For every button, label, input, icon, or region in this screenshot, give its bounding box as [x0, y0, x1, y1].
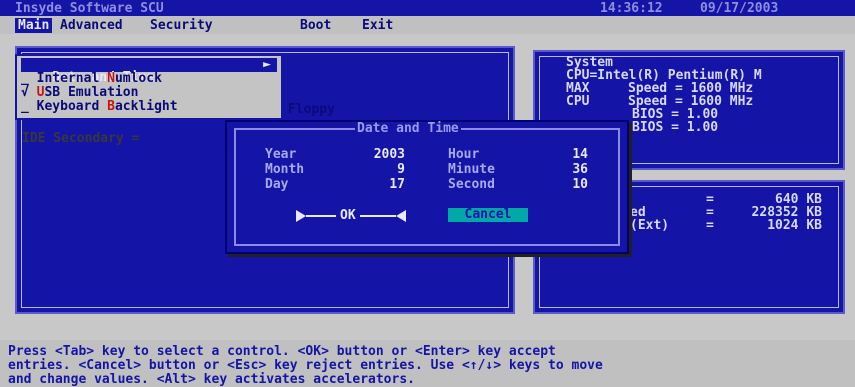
hour-label: Hour — [448, 147, 480, 162]
dialog-title: Date and Time — [355, 121, 461, 136]
ok-button-label: OK — [336, 209, 360, 222]
menu-boot[interactable]: Boot — [300, 19, 331, 32]
check-icon: √ — [21, 85, 37, 100]
minute-field[interactable]: 36 — [548, 163, 588, 176]
help-line: and change values. <Alt> key activates a… — [8, 372, 415, 387]
help-line: Press <Tab> key to select a control. <OK… — [8, 344, 556, 359]
hour-field[interactable]: 14 — [548, 148, 588, 161]
day-label: Day — [265, 177, 289, 192]
menu-item-keyboard-backlight[interactable]: _ Keyboard Backlight — [21, 100, 178, 114]
clock-date: 09/17/2003 — [700, 1, 779, 16]
main-dropdown-menu: Date and Time ► _ Internal Numlock √ USB… — [15, 54, 283, 120]
ok-button[interactable]: OK — [296, 208, 406, 223]
minute-label: Minute — [448, 162, 495, 177]
month-field[interactable]: 9 — [365, 163, 405, 176]
menu-exit[interactable]: Exit — [362, 19, 393, 32]
cancel-button[interactable]: Cancel — [448, 208, 528, 222]
title-bar: Insyde Software SCU 14:36:12 09/17/2003 — [0, 0, 855, 16]
accelerator-key: B — [107, 99, 115, 114]
ide-secondary-label: IDE Secondary = — [22, 131, 140, 146]
selection-arrow-right-icon — [296, 210, 306, 222]
sys-row-label: CPU — [566, 94, 590, 109]
menu-item-label: Internal — [36, 71, 108, 86]
menu-item-internal-numlock[interactable]: _ Internal Numlock — [21, 72, 162, 86]
menu-item-label: umlock — [114, 71, 162, 86]
menu-bar: Main Advanced Security Boot Exit — [0, 16, 855, 34]
accelerator-key: N — [107, 71, 115, 86]
menu-advanced[interactable]: Advanced — [60, 19, 123, 32]
app-title: Insyde Software SCU — [15, 1, 164, 16]
menu-item-label: Keyboard — [36, 99, 108, 114]
menu-item-label: acklight — [114, 99, 178, 114]
menu-security[interactable]: Security — [150, 19, 213, 32]
month-label: Month — [265, 162, 305, 177]
help-line: entries. <Cancel> button or <Esc> key re… — [8, 358, 603, 373]
menu-main[interactable]: Main — [15, 18, 53, 33]
mem-label: (Ext) — [630, 218, 670, 233]
menu-item-usb-emulation[interactable]: √ USB Emulation — [21, 86, 138, 100]
second-label: Second — [448, 177, 495, 192]
submenu-arrow-icon: ► — [263, 57, 271, 72]
menu-item-date-time[interactable]: Date and Time ► — [21, 57, 277, 84]
mem-equals: = — [706, 218, 714, 233]
day-field[interactable]: 17 — [365, 178, 405, 191]
year-field[interactable]: 2003 — [365, 148, 405, 161]
checkbox-marker: _ — [21, 99, 37, 114]
menu-item-label: SB Emulation — [44, 85, 139, 100]
selection-arrow-left-icon — [396, 210, 406, 222]
sys-row-value: BIOS = 1.00 — [632, 120, 719, 135]
mem-value: 1024 KB — [767, 218, 822, 233]
help-bar: Press <Tab> key to select a control. <OK… — [0, 340, 855, 387]
checkbox-marker: _ — [21, 71, 37, 86]
clock-time: 14:36:12 — [600, 1, 663, 16]
year-label: Year — [265, 147, 297, 162]
floppy-label: Floppy — [288, 102, 335, 117]
second-field[interactable]: 10 — [548, 178, 588, 191]
